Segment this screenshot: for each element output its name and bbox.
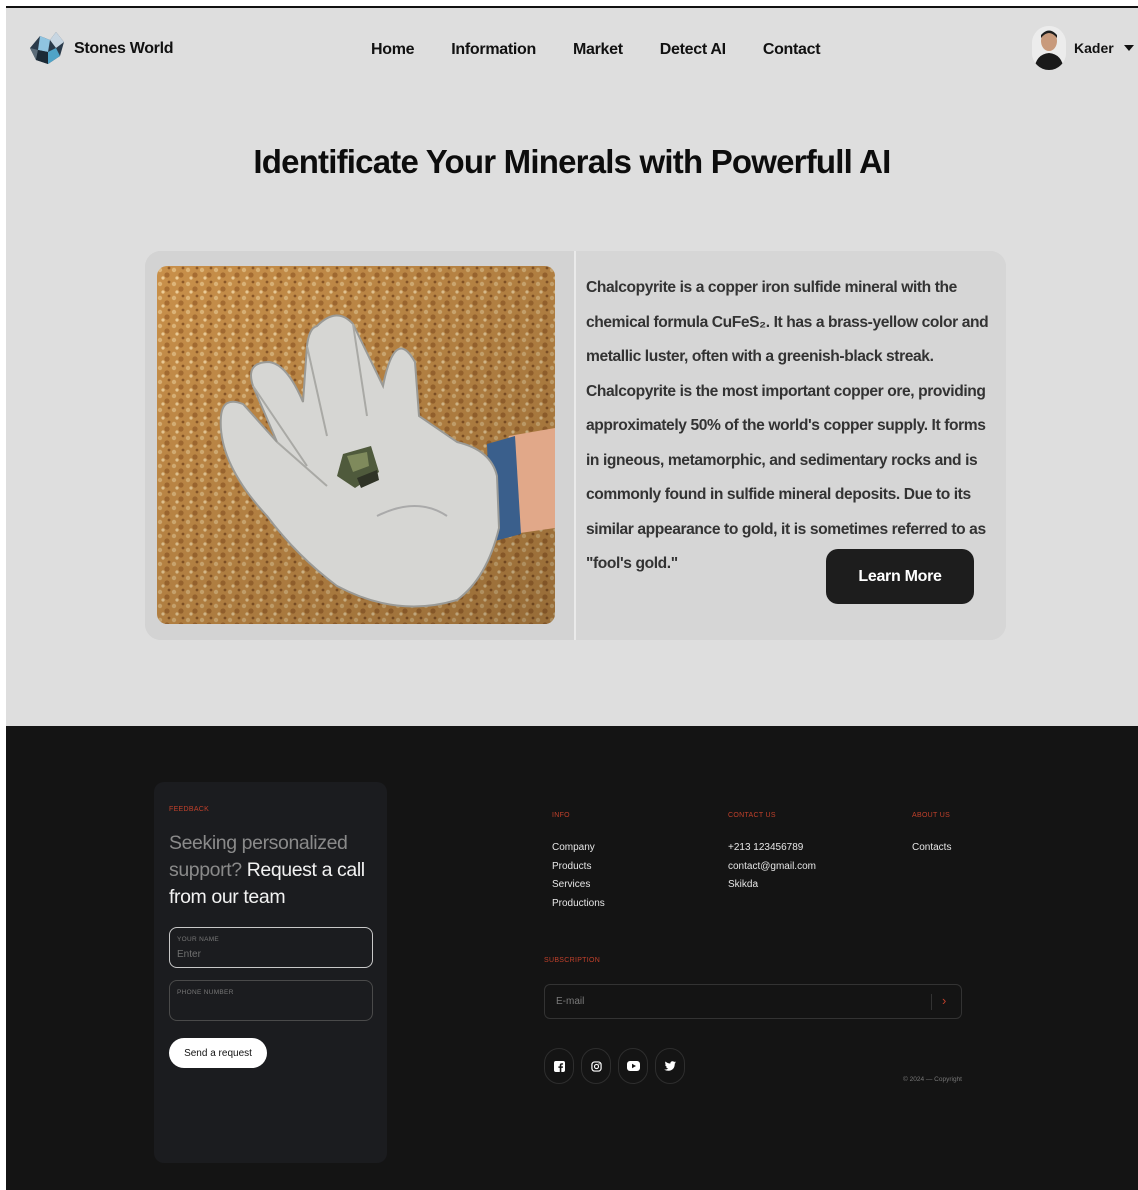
stones-world-logo <box>30 32 64 64</box>
page: Stones World Home Information Market Det… <box>6 6 1138 1190</box>
chevron-right-icon[interactable]: › <box>942 993 946 1008</box>
feedback-panel: FEEDBACK Seeking personalized support? R… <box>154 782 387 1163</box>
main-nav: Home Information Market Detect AI Contac… <box>371 41 857 59</box>
send-request-button[interactable]: Send a request <box>169 1038 267 1068</box>
nav-detect-ai[interactable]: Detect AI <box>660 41 726 59</box>
info-column: INFO Company Products Services Productio… <box>552 812 605 913</box>
mineral-description: Chalcopyrite is a copper iron sulfide mi… <box>586 279 989 572</box>
learn-more-button[interactable]: Learn More <box>826 549 974 604</box>
email-placeholder: E-mail <box>556 996 585 1007</box>
info-link-products[interactable]: Products <box>552 858 605 877</box>
feedback-heading: Seeking personalized support? Request a … <box>169 830 379 911</box>
social-links <box>544 1048 685 1084</box>
phone-field-label: PHONE NUMBER <box>177 989 234 996</box>
brand[interactable]: Stones World <box>26 28 174 70</box>
contact-email[interactable]: contact@gmail.com <box>728 858 816 877</box>
about-link-contacts[interactable]: Contacts <box>912 839 951 858</box>
info-title: INFO <box>552 812 570 819</box>
phone-field[interactable]: PHONE NUMBER <box>169 980 373 1021</box>
about-column: ABOUT US Contacts <box>912 812 951 858</box>
feedback-label: FEEDBACK <box>169 806 210 813</box>
nav-market[interactable]: Market <box>573 41 623 59</box>
name-field[interactable]: YOUR NAME Enter <box>169 927 373 968</box>
footer: FEEDBACK Seeking personalized support? R… <box>6 726 1138 1190</box>
contact-title: CONTACT US <box>728 812 776 819</box>
facebook-icon[interactable] <box>544 1048 574 1084</box>
contact-location: Skikda <box>728 879 759 890</box>
copyright: © 2024 — Copyright <box>903 1076 962 1083</box>
name-field-label: YOUR NAME <box>177 936 220 943</box>
email-input[interactable]: E-mail › <box>544 984 962 1019</box>
name-field-placeholder: Enter <box>177 949 201 960</box>
brand-name: Stones World <box>74 40 174 57</box>
page-title: Identificate Your Minerals with Powerful… <box>253 143 891 180</box>
nav-home[interactable]: Home <box>371 41 415 59</box>
about-title: ABOUT US <box>912 812 951 819</box>
instagram-icon[interactable] <box>581 1048 611 1084</box>
user-name: Kader <box>1074 40 1114 56</box>
info-link-services[interactable]: Services <box>552 876 605 895</box>
main-section: Stones World Home Information Market Det… <box>6 8 1138 726</box>
nav-information[interactable]: Information <box>451 41 536 59</box>
twitter-icon[interactable] <box>655 1048 685 1084</box>
info-link-company[interactable]: Company <box>552 839 605 858</box>
info-link-productions[interactable]: Productions <box>552 895 605 914</box>
chevron-down-icon[interactable] <box>1123 45 1134 51</box>
mineral-card: Chalcopyrite is a copper iron sulfide mi… <box>145 251 1006 640</box>
user-menu[interactable]: Kader <box>1032 26 1134 70</box>
youtube-icon[interactable] <box>618 1048 648 1084</box>
subscription-label: SUBSCRIPTION <box>544 957 601 964</box>
mineral-photo <box>157 266 555 624</box>
contact-column: CONTACT US +213 123456789 contact@gmail.… <box>728 812 816 895</box>
contact-phone[interactable]: +213 123456789 <box>728 839 816 858</box>
avatar <box>1032 26 1066 70</box>
nav-contact[interactable]: Contact <box>763 41 821 59</box>
